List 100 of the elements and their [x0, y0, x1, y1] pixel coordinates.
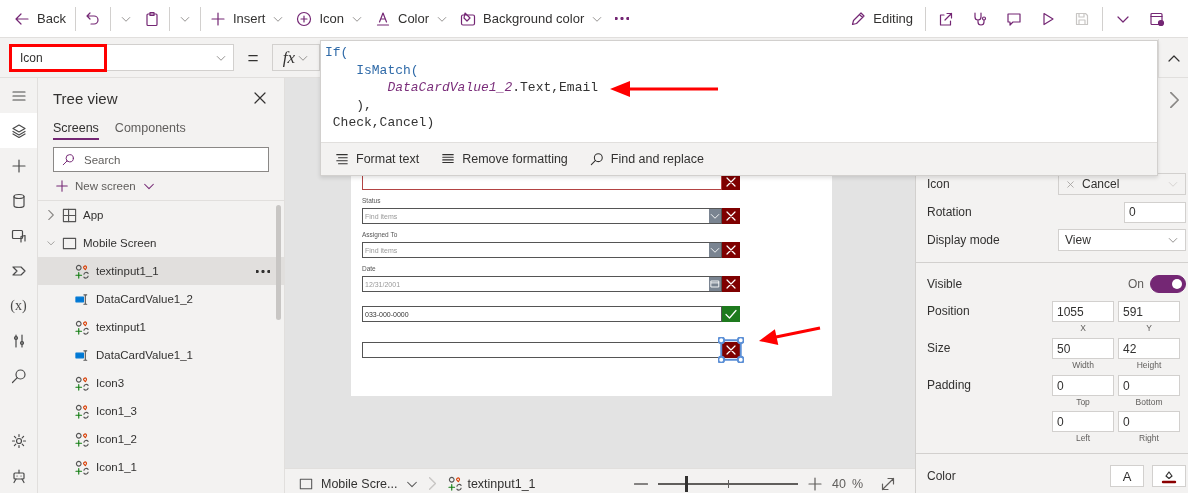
layers-icon	[10, 122, 27, 139]
plus-icon	[10, 157, 27, 174]
clipboard-icon	[143, 10, 160, 27]
shapes-icon	[75, 375, 90, 391]
rail-button[interactable]	[0, 113, 37, 148]
search-field[interactable]: Search	[53, 147, 269, 172]
shapes-icon	[75, 403, 90, 419]
tab[interactable]: Components	[114, 118, 186, 140]
rail-button[interactable]: (x)	[0, 288, 37, 323]
equals-sign: =	[246, 46, 260, 69]
plus-icon	[806, 475, 823, 492]
tree-item[interactable]: Icon1_2	[38, 425, 284, 453]
formula-editor[interactable]: If( IsMatch( DataCardValue1_2.Text,Email ), Check,Cancel) Format text Remove formatting Find and replace	[320, 40, 1158, 176]
insert-button[interactable]: Insert	[203, 3, 291, 34]
function-button[interactable]: fx	[272, 44, 320, 71]
text-field[interactable]	[362, 342, 722, 358]
remove-formatting-button[interactable]: Remove formatting	[441, 152, 568, 166]
fill-color-button[interactable]	[1152, 465, 1186, 487]
format-text-icon	[335, 152, 349, 166]
tree-item-label: Icon1_3	[96, 405, 137, 417]
chevron-right-icon[interactable]	[48, 210, 54, 220]
screen-picker[interactable]: Mobile Scre...	[299, 476, 420, 491]
tree-item[interactable]: Icon1_1	[38, 453, 284, 481]
expand-icon	[880, 475, 896, 492]
robot-icon	[10, 467, 27, 484]
zoom-unit: %	[851, 476, 863, 491]
minus-icon	[633, 482, 648, 485]
background-color-button[interactable]: Background color	[454, 3, 610, 34]
field-caption: Top	[1076, 396, 1090, 409]
more-icon[interactable]	[256, 269, 270, 273]
field-caption: Bottom	[1135, 396, 1163, 409]
number-field[interactable]: 0	[1118, 411, 1180, 432]
settings-icon	[10, 432, 27, 449]
code-line: Check,Cancel)	[331, 114, 435, 132]
tree-item-label: Icon3	[96, 377, 125, 389]
tab[interactable]: Screens	[53, 118, 99, 140]
search-icon	[589, 152, 604, 166]
tree-item[interactable]: textinput1	[38, 313, 284, 341]
tree-item-label: DataCardValue1_1	[96, 349, 193, 361]
calendar-icon	[709, 277, 721, 291]
number-field[interactable]: 1055	[1052, 301, 1114, 322]
property-label: Padding	[927, 377, 973, 394]
tree-item[interactable]: Icon3	[38, 369, 284, 397]
find-replace-button[interactable]: Find and replace	[589, 152, 704, 166]
close-icon	[252, 90, 268, 106]
number-field[interactable]: 591	[1118, 301, 1180, 322]
slider-thumb[interactable]	[684, 475, 688, 492]
tree-item[interactable]: DataCardValue1_1	[38, 341, 284, 369]
field-caption: Right	[1139, 432, 1159, 445]
number-field[interactable]: 0	[1052, 375, 1114, 396]
icon-menu-button[interactable]: Icon	[290, 3, 369, 34]
field-caption: Y	[1146, 322, 1152, 335]
shapes-icon	[448, 476, 464, 491]
toggle-switch[interactable]	[1150, 275, 1186, 293]
code-line: If(	[325, 44, 349, 62]
paint-bucket-icon	[460, 10, 477, 27]
zoom-value: 40	[831, 476, 846, 491]
database-icon	[10, 192, 27, 209]
property-label: Position	[927, 303, 971, 320]
publish-icon	[1149, 10, 1165, 27]
chevron-right-icon	[429, 477, 437, 490]
number-field[interactable]: 50	[1052, 338, 1114, 359]
property-label: Rotation	[927, 203, 972, 221]
number-field[interactable]: 0	[1118, 375, 1180, 396]
code-line: IsMatch(	[355, 61, 419, 79]
property-label: Size	[927, 340, 952, 357]
new-screen-button[interactable]: New screen	[55, 172, 284, 200]
chevron-right-icon	[1169, 92, 1179, 108]
tree-item[interactable]: Mobile Screen	[38, 229, 284, 257]
number-field[interactable]: 0	[1124, 201, 1186, 223]
tree-item[interactable]: App	[38, 201, 284, 229]
color-button[interactable]: Color	[369, 3, 455, 34]
back-button[interactable]: Back	[8, 3, 72, 34]
tree-item-label: Mobile Screen	[83, 237, 157, 249]
field-caption: Left	[1075, 432, 1091, 445]
text-color-button[interactable]: A	[1110, 465, 1144, 487]
number-field[interactable]: 42	[1118, 338, 1180, 359]
format-text-button[interactable]: Format text	[335, 152, 420, 166]
circle-plus-icon	[296, 10, 313, 27]
selection-handles[interactable]	[718, 337, 744, 363]
stethoscope-icon	[972, 10, 988, 27]
scrollbar[interactable]	[276, 205, 281, 320]
tree-item[interactable]: textinput1_1	[38, 257, 284, 285]
field-caption: X	[1080, 322, 1086, 335]
chevron-down-icon[interactable]	[46, 238, 56, 248]
editing-button[interactable]: Editing	[841, 3, 922, 34]
app-icon	[62, 207, 77, 223]
control-breadcrumb[interactable]: textinput1_1	[448, 476, 536, 491]
tree-item[interactable]: Icon1_3	[38, 397, 284, 425]
dropdown-field[interactable]: View	[1058, 229, 1186, 251]
property-label: Visible	[927, 275, 963, 293]
tree-item-label: DataCardValue1_2	[96, 293, 193, 305]
font-color-icon	[375, 10, 391, 27]
number-field[interactable]: 0	[1052, 411, 1114, 432]
tree-item[interactable]: DataCardValue1_2	[38, 285, 284, 313]
screen-icon	[299, 476, 313, 491]
search-icon	[62, 153, 75, 166]
field-caption: Width	[1072, 359, 1094, 372]
plus-icon	[209, 10, 226, 27]
save-icon	[1074, 10, 1090, 27]
